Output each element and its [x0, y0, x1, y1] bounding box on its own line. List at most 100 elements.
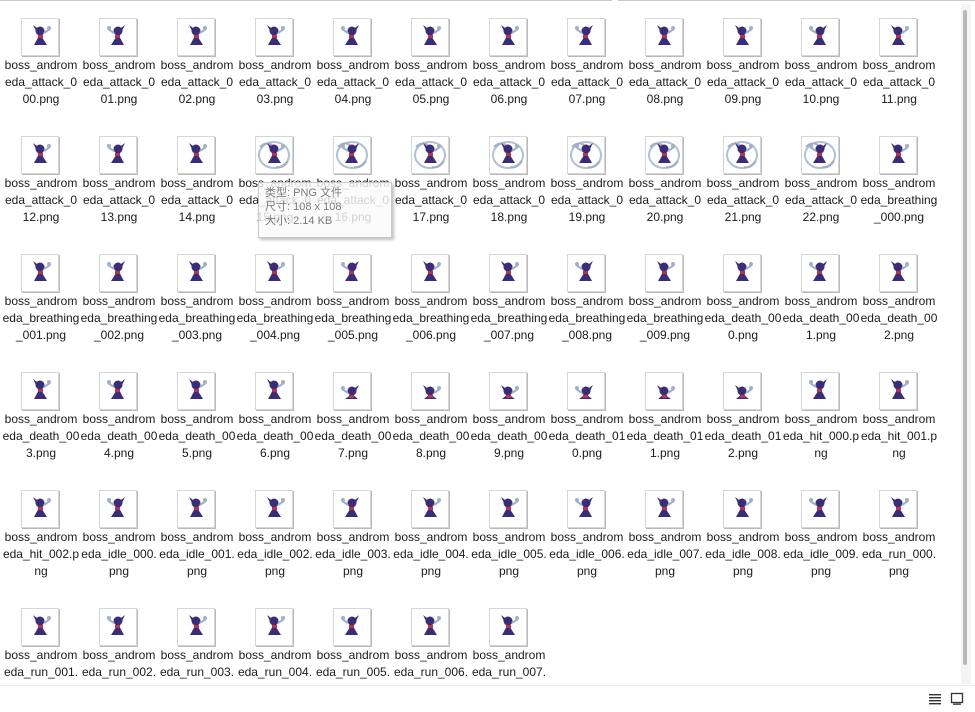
file-item[interactable]: boss_andromeda_idle_003.png: [314, 476, 392, 594]
file-item[interactable]: boss_andromeda_hit_000.png: [782, 358, 860, 476]
file-item[interactable]: boss_andromeda_idle_006.png: [548, 476, 626, 594]
file-item[interactable]: boss_andromeda_breathing_007.png: [470, 240, 548, 358]
file-item[interactable]: boss_andromeda_breathing_002.png: [80, 240, 158, 358]
file-name-label: boss_andromeda_run_002.png: [81, 648, 157, 684]
file-item[interactable]: boss_andromeda_breathing_008.png: [548, 240, 626, 358]
sprite-thumbnail-icon: [645, 372, 683, 410]
file-item[interactable]: boss_andromeda_attack_020.png: [626, 122, 704, 240]
file-name-label: boss_andromeda_run_001.png: [3, 648, 79, 684]
file-item[interactable]: boss_andromeda_death_002.png: [860, 240, 938, 358]
file-item[interactable]: boss_andromeda_death_005.png: [158, 358, 236, 476]
file-item[interactable]: boss_andromeda_death_007.png: [314, 358, 392, 476]
file-item[interactable]: boss_andromeda_breathing_001.png: [2, 240, 80, 358]
large-icons-view-button[interactable]: [949, 691, 965, 707]
file-item[interactable]: boss_andromeda_run_007.png: [470, 594, 548, 684]
sprite-thumbnail-icon: [801, 254, 839, 292]
file-item[interactable]: boss_andromeda_death_008.png: [392, 358, 470, 476]
file-name-label: boss_andromeda_attack_014.png: [160, 176, 234, 224]
file-item[interactable]: boss_andromeda_death_010.png: [548, 358, 626, 476]
file-name-label: boss_andromeda_attack_003.png: [238, 58, 312, 106]
file-item[interactable]: boss_andromeda_breathing_000.png: [860, 122, 938, 240]
file-item[interactable]: boss_andromeda_breathing_005.png: [314, 240, 392, 358]
file-item[interactable]: boss_andromeda_idle_005.png: [470, 476, 548, 594]
file-item[interactable]: boss_andromeda_idle_009.png: [782, 476, 860, 594]
sprite-thumbnail-icon: [411, 254, 449, 292]
file-item[interactable]: boss_andromeda_attack_014.png: [158, 122, 236, 240]
file-item[interactable]: boss_andromeda_hit_002.png: [2, 476, 80, 594]
file-item[interactable]: boss_andromeda_attack_013.png: [80, 122, 158, 240]
file-item[interactable]: boss_andromeda_idle_001.png: [158, 476, 236, 594]
file-item[interactable]: boss_andromeda_attack_012.png: [2, 122, 80, 240]
details-view-button[interactable]: [927, 691, 943, 707]
file-item[interactable]: boss_andromeda_breathing_003.png: [158, 240, 236, 358]
file-item[interactable]: boss_andromeda_death_004.png: [80, 358, 158, 476]
vertical-scrollbar[interactable]: [961, 4, 971, 684]
file-item[interactable]: boss_andromeda_death_000.png: [704, 240, 782, 358]
file-item[interactable]: boss_andromeda_hit_001.png: [860, 358, 938, 476]
file-name-label: boss_andromeda_hit_000.png: [782, 412, 860, 460]
file-item[interactable]: boss_andromeda_death_012.png: [704, 358, 782, 476]
file-item[interactable]: boss_andromeda_idle_002.png: [236, 476, 314, 594]
sprite-thumbnail-icon: [333, 18, 371, 56]
file-item[interactable]: boss_andromeda_attack_019.png: [548, 122, 626, 240]
file-item[interactable]: boss_andromeda_attack_000.png: [2, 4, 80, 122]
file-item[interactable]: boss_andromeda_run_003.png: [158, 594, 236, 684]
sprite-thumbnail-icon: [645, 18, 683, 56]
file-item[interactable]: boss_andromeda_death_009.png: [470, 358, 548, 476]
file-item[interactable]: boss_andromeda_run_004.png: [236, 594, 314, 684]
file-item[interactable]: boss_andromeda_attack_009.png: [704, 4, 782, 122]
file-item[interactable]: boss_andromeda_attack_004.png: [314, 4, 392, 122]
file-item[interactable]: boss_andromeda_breathing_006.png: [392, 240, 470, 358]
file-item[interactable]: boss_andromeda_attack_010.png: [782, 4, 860, 122]
sprite-thumbnail-icon: [411, 372, 449, 410]
file-name-label: boss_andromeda_breathing_003.png: [158, 294, 236, 342]
sprite-thumbnail-icon: [99, 608, 137, 646]
file-item[interactable]: boss_andromeda_idle_004.png: [392, 476, 470, 594]
sprite-thumbnail-icon: [567, 490, 605, 528]
file-item[interactable]: boss_andromeda_death_001.png: [782, 240, 860, 358]
sprite-thumbnail-icon: [489, 136, 527, 174]
file-name-label: boss_andromeda_death_003.png: [2, 412, 80, 460]
file-item[interactable]: boss_andromeda_attack_008.png: [626, 4, 704, 122]
file-item[interactable]: boss_andromeda_attack_003.png: [236, 4, 314, 122]
file-item[interactable]: boss_andromeda_breathing_004.png: [236, 240, 314, 358]
file-item[interactable]: boss_andromeda_run_000.png: [860, 476, 938, 594]
file-item[interactable]: boss_andromeda_idle_008.png: [704, 476, 782, 594]
file-name-label: boss_andromeda_hit_002.png: [2, 530, 80, 578]
scrollbar-thumb[interactable]: [963, 10, 967, 665]
file-name-label: boss_andromeda_attack_019.png: [550, 176, 624, 224]
sprite-thumbnail-icon: [879, 18, 917, 56]
file-name-label: boss_andromeda_run_004.png: [237, 648, 313, 684]
file-item[interactable]: boss_andromeda_death_011.png: [626, 358, 704, 476]
file-item[interactable]: boss_andromeda_run_005.png: [314, 594, 392, 684]
sprite-thumbnail-icon: [801, 136, 839, 174]
file-item[interactable]: boss_andromeda_attack_001.png: [80, 4, 158, 122]
file-item[interactable]: boss_andromeda_death_006.png: [236, 358, 314, 476]
file-item[interactable]: boss_andromeda_attack_021.png: [704, 122, 782, 240]
file-item[interactable]: boss_andromeda_idle_000.png: [80, 476, 158, 594]
file-item[interactable]: boss_andromeda_run_002.png: [80, 594, 158, 684]
file-item[interactable]: boss_andromeda_idle_007.png: [626, 476, 704, 594]
file-item[interactable]: boss_andromeda_attack_005.png: [392, 4, 470, 122]
sprite-thumbnail-icon: [801, 490, 839, 528]
file-item[interactable]: boss_andromeda_attack_011.png: [860, 4, 938, 122]
file-name-label: boss_andromeda_idle_002.png: [237, 530, 313, 578]
sprite-thumbnail-icon: [411, 136, 449, 174]
file-name-label: boss_andromeda_idle_009.png: [783, 530, 859, 578]
file-name-label: boss_andromeda_idle_004.png: [393, 530, 469, 578]
status-bar: [0, 685, 975, 711]
file-item[interactable]: boss_andromeda_attack_002.png: [158, 4, 236, 122]
sprite-thumbnail-icon: [333, 136, 371, 174]
file-item[interactable]: boss_andromeda_attack_017.png: [392, 122, 470, 240]
file-item[interactable]: boss_andromeda_run_006.png: [392, 594, 470, 684]
file-item[interactable]: boss_andromeda_attack_018.png: [470, 122, 548, 240]
file-item[interactable]: boss_andromeda_breathing_009.png: [626, 240, 704, 358]
file-item[interactable]: boss_andromeda_death_003.png: [2, 358, 80, 476]
file-item[interactable]: boss_andromeda_attack_007.png: [548, 4, 626, 122]
sprite-thumbnail-icon: [489, 608, 527, 646]
file-item[interactable]: boss_andromeda_run_001.png: [2, 594, 80, 684]
sprite-thumbnail-icon: [21, 372, 59, 410]
file-item[interactable]: boss_andromeda_attack_006.png: [470, 4, 548, 122]
file-item[interactable]: boss_andromeda_attack_022.png: [782, 122, 860, 240]
file-name-label: boss_andromeda_breathing_006.png: [392, 294, 470, 342]
